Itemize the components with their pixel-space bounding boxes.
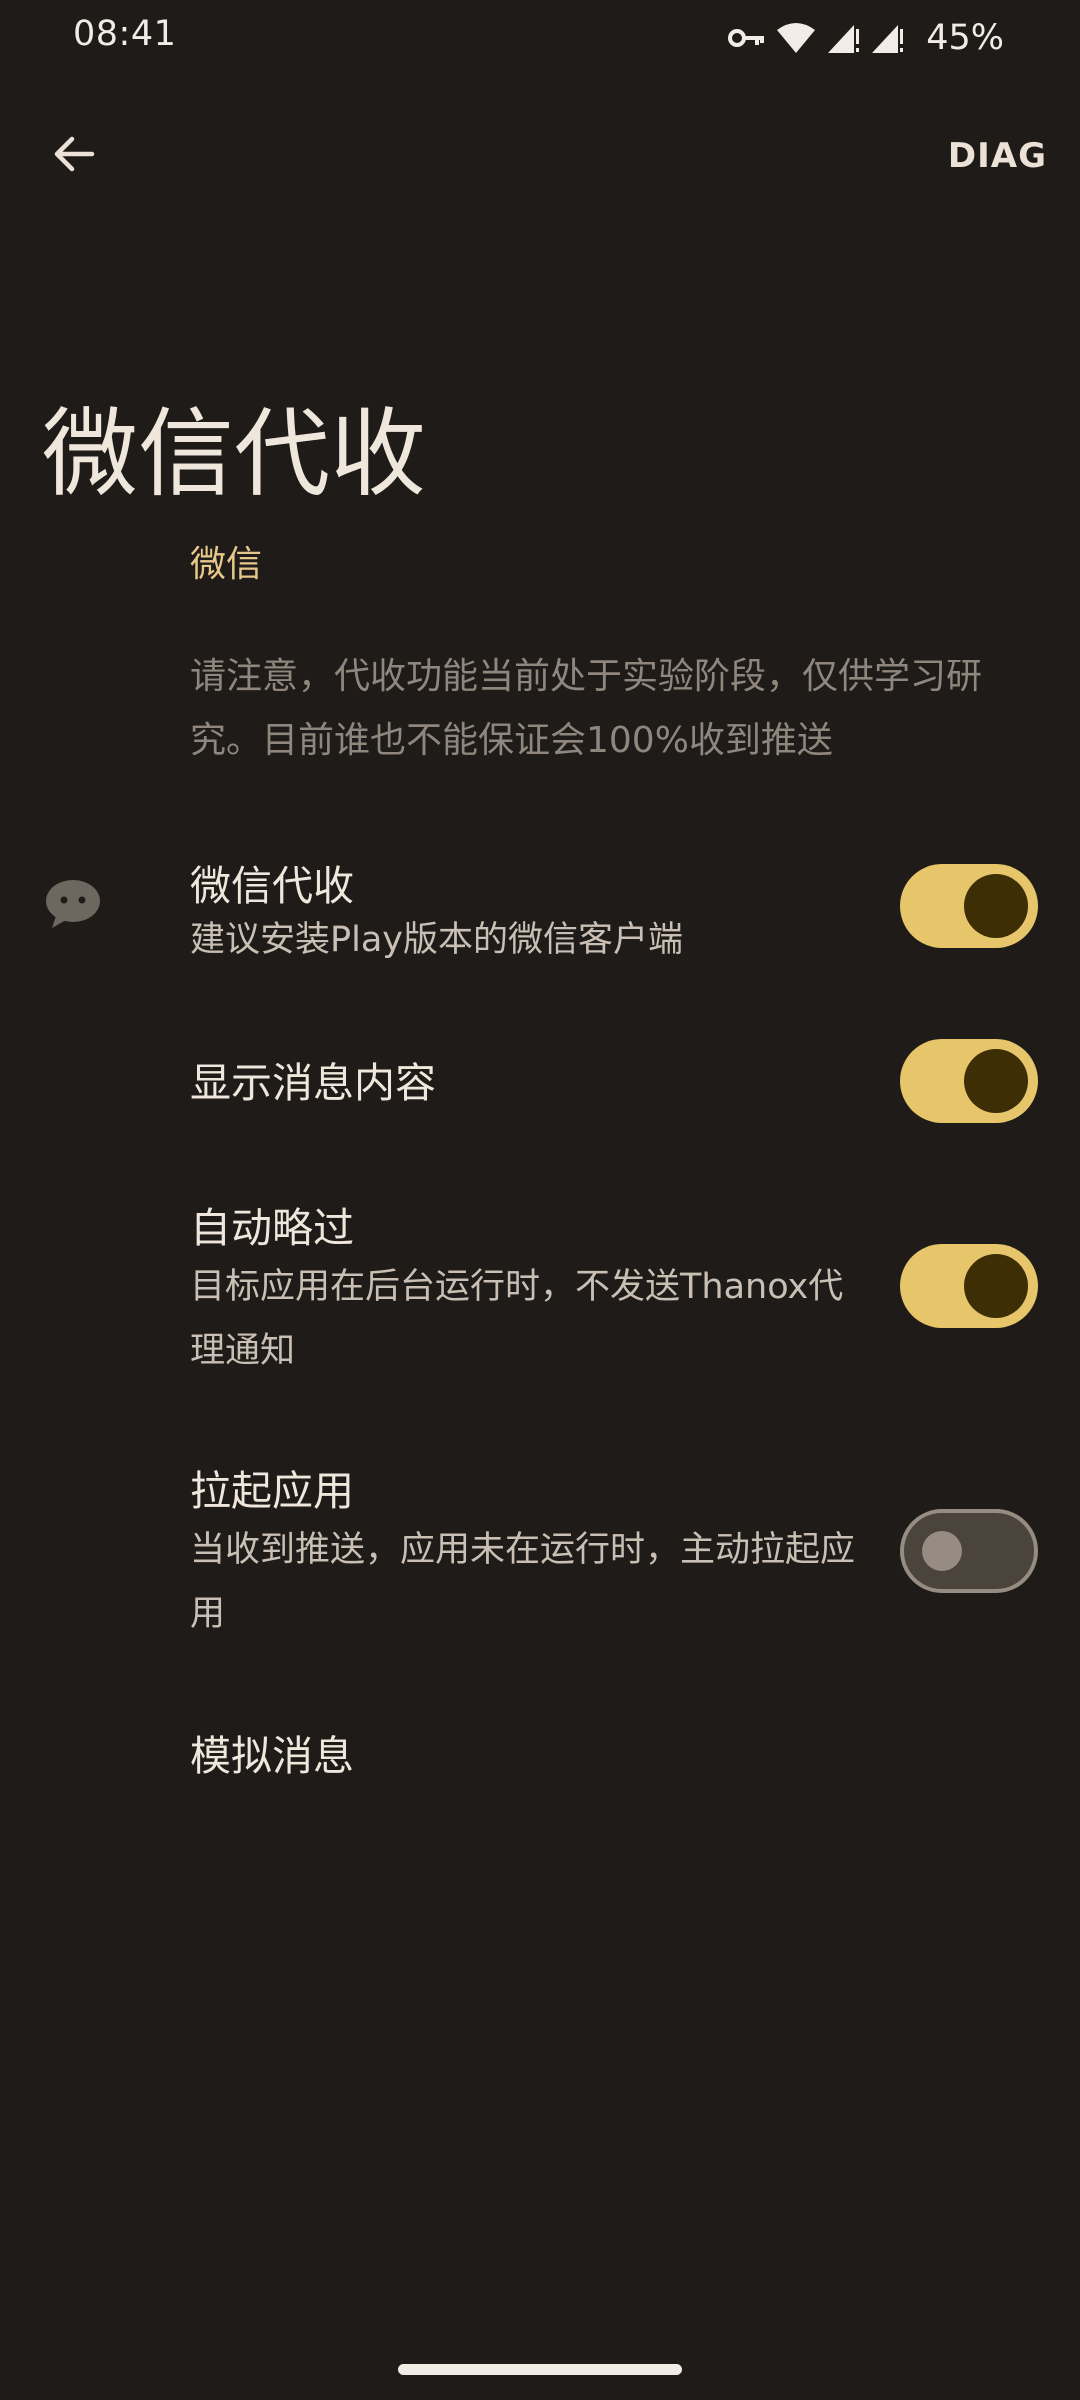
notice-text: 请注意，代收功能当前处于实验阶段，仅供学习研究。目前谁也不能保证会100%收到推… xyxy=(190,656,983,761)
page-title: 微信代收 xyxy=(42,398,426,511)
vpn-key-icon xyxy=(728,26,766,50)
wifi-icon xyxy=(776,22,816,54)
pref-launch-app[interactable]: 拉起应用 当收到推送，应用未在运行时，主动拉起应用 xyxy=(0,1463,1080,1643)
pref-summary: 建议安装Play版本的微信客户端 xyxy=(190,920,683,960)
pref-show-message-content[interactable]: 显示消息内容 xyxy=(0,1030,1080,1140)
pref-title: 显示消息内容 xyxy=(190,1059,436,1107)
switch-thumb xyxy=(964,1049,1028,1113)
home-indicator[interactable] xyxy=(398,2364,682,2375)
category-header: 微信 xyxy=(190,544,263,585)
signal-icon xyxy=(826,21,860,55)
wechat-proxy-switch[interactable] xyxy=(900,864,1038,948)
pref-summary: 当收到推送，应用未在运行时，主动拉起应用 xyxy=(190,1530,856,1634)
pref-auto-skip[interactable]: 自动略过 目标应用在后台运行时，不发送Thanox代理通知 xyxy=(0,1200,1080,1380)
status-bar: 08:41 45% xyxy=(0,0,1080,76)
launch-app-switch[interactable] xyxy=(900,1509,1038,1593)
wechat-icon xyxy=(44,878,102,930)
show-content-switch[interactable] xyxy=(900,1039,1038,1123)
auto-skip-switch[interactable] xyxy=(900,1244,1038,1328)
pref-simulate-message[interactable]: 模拟消息 xyxy=(0,1720,1080,1820)
switch-thumb xyxy=(922,1531,962,1571)
pref-summary: 目标应用在后台运行时，不发送Thanox代理通知 xyxy=(190,1267,844,1371)
signal-icon xyxy=(870,21,904,55)
switch-thumb xyxy=(964,1254,1028,1318)
switch-thumb xyxy=(964,874,1028,938)
arrow-back-icon xyxy=(50,130,98,182)
pref-title: 自动略过 xyxy=(190,1204,354,1252)
status-time: 08:41 xyxy=(73,14,177,54)
pref-wechat-proxy[interactable]: 微信代收 建议安装Play版本的微信客户端 xyxy=(0,840,1080,980)
pref-title: 拉起应用 xyxy=(190,1467,354,1515)
pref-title: 模拟消息 xyxy=(190,1732,354,1780)
back-button[interactable] xyxy=(36,118,112,194)
pref-title: 微信代收 xyxy=(190,862,354,910)
diag-button[interactable]: DIAG xyxy=(948,136,1047,176)
battery-level: 45% xyxy=(926,18,1004,58)
status-icons: 45% xyxy=(728,16,1004,60)
